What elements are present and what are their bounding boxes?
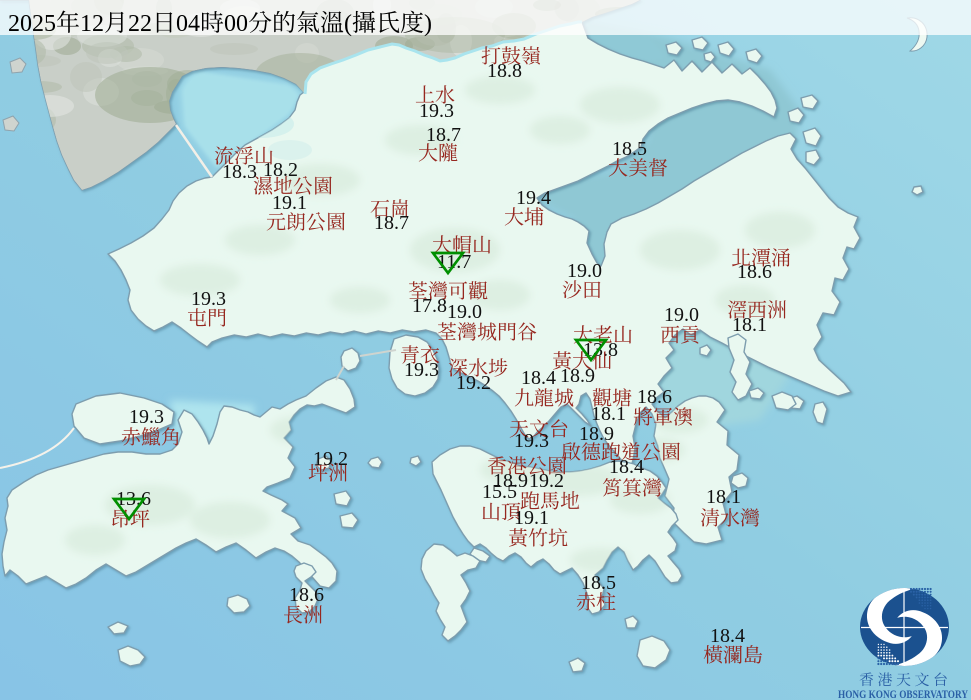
svg-text:18.5: 18.5 <box>612 138 647 160</box>
svg-text:19.0: 19.0 <box>567 260 602 282</box>
svg-text:18.3: 18.3 <box>222 161 257 183</box>
svg-text:19.3: 19.3 <box>514 430 549 452</box>
svg-text:22: 22 <box>128 11 152 37</box>
svg-text:18.1: 18.1 <box>732 314 767 336</box>
svg-text:19.3: 19.3 <box>129 406 164 428</box>
svg-text:18.1: 18.1 <box>706 486 741 508</box>
svg-text:18.8: 18.8 <box>487 60 522 82</box>
svg-text:(: ( <box>344 11 352 37</box>
svg-text:12: 12 <box>80 11 104 37</box>
svg-text:18.1: 18.1 <box>591 403 626 425</box>
svg-text:18.4: 18.4 <box>521 367 556 389</box>
svg-text:19.3: 19.3 <box>419 100 454 122</box>
svg-text:18.9: 18.9 <box>560 365 595 387</box>
svg-text:18.7: 18.7 <box>426 124 461 146</box>
svg-text:19.2: 19.2 <box>456 372 491 394</box>
svg-text:18.6: 18.6 <box>737 261 772 283</box>
svg-text:18.9: 18.9 <box>579 423 614 445</box>
svg-text:19.1: 19.1 <box>514 507 549 529</box>
svg-text:18.5: 18.5 <box>581 572 616 594</box>
svg-text:19.3: 19.3 <box>191 288 226 310</box>
svg-text:2025: 2025 <box>8 11 56 37</box>
svg-text:19.2: 19.2 <box>313 448 348 470</box>
svg-text:18.2: 18.2 <box>263 159 298 181</box>
svg-text:00: 00 <box>224 11 248 37</box>
svg-text:04: 04 <box>176 11 200 37</box>
svg-text:15.5: 15.5 <box>482 481 517 503</box>
svg-text:17.8: 17.8 <box>412 295 447 317</box>
svg-text:): ) <box>424 11 432 37</box>
svg-text:18.7: 18.7 <box>374 212 409 234</box>
svg-text:19.0: 19.0 <box>447 301 482 323</box>
svg-text:18.6: 18.6 <box>289 584 324 606</box>
svg-text:19.2: 19.2 <box>529 470 564 492</box>
svg-text:18.4: 18.4 <box>710 625 745 647</box>
svg-text:19.4: 19.4 <box>516 187 551 209</box>
svg-text:18.4: 18.4 <box>609 456 644 478</box>
svg-text:19.0: 19.0 <box>664 304 699 326</box>
svg-text:HONG KONG OBSERVATORY: HONG KONG OBSERVATORY <box>838 689 969 700</box>
svg-text:18.6: 18.6 <box>637 386 672 408</box>
svg-text:19.1: 19.1 <box>272 192 307 214</box>
svg-text:19.3: 19.3 <box>404 359 439 381</box>
